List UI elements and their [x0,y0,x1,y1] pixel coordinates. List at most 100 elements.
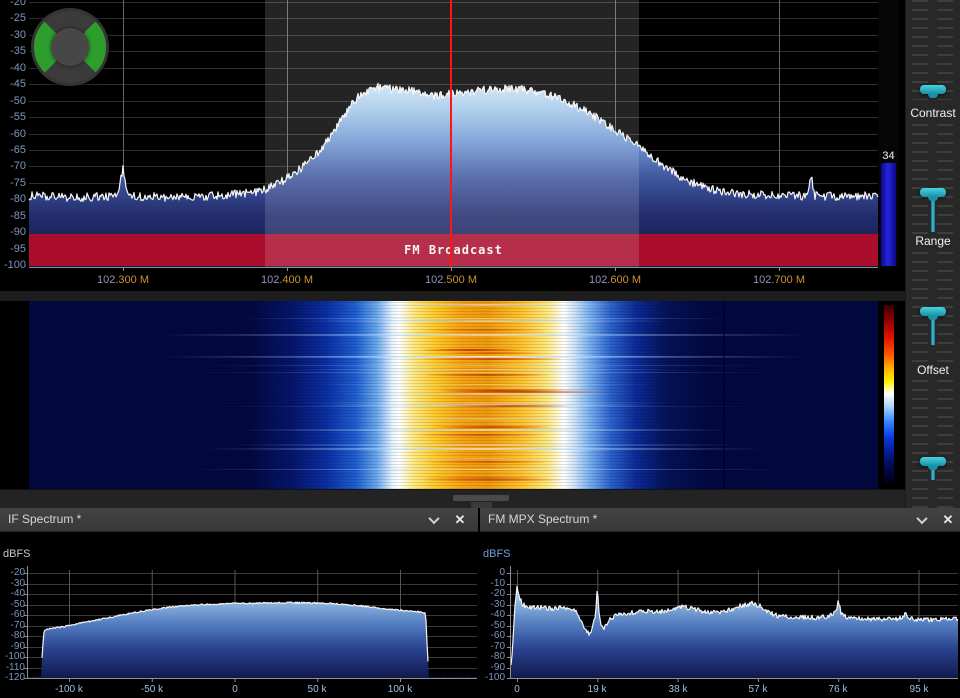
waterfall-hot-streak [419,479,566,481]
y-tick-label: -120 [0,672,25,684]
waterfall-streak [239,318,730,319]
waterfall-streak [242,429,728,431]
y-tick-label: -40 [0,62,26,75]
tuning-line[interactable] [450,0,452,267]
y-tick-label: -60 [0,128,26,141]
slider-4-track[interactable] [906,380,960,508]
slider-4-handle[interactable] [920,457,946,466]
waterfall-hot-streak [420,349,523,351]
y-tick-label: -75 [0,177,26,190]
x-tick-label: 95 k [889,684,949,695]
waterfall-streak [293,402,677,403]
x-tick-label: 0 [205,684,265,695]
waterfall-streak [170,356,800,357]
slider-contrast-label: Contrast [906,106,960,120]
waterfall-streak [365,458,606,459]
y-tick-label: -80 [0,193,26,206]
x-tick-label: -50 k [122,684,182,695]
snr-meter-fill [881,163,896,266]
y-tick-label: -50 [0,95,26,108]
x-tick-label: 50 k [287,684,347,695]
x-tick-label: -100 k [39,684,99,695]
waterfall-colorbar [884,305,894,483]
x-tick-label: 102.700 M [734,274,824,286]
y-tick-label: -100 [0,259,26,272]
rf-spectrum-plot[interactable]: FM Broadcast -20-25-30-35-40-45-50-55-60… [0,0,905,300]
y-tick-label: -100 [480,672,505,684]
waterfall-streak [289,369,681,370]
y-tick-label: -95 [0,243,26,256]
fm-mpx-spectrum-panel: FM MPX Spectrum * ✕ dBFS 0-10-20-30-40-5… [480,508,960,698]
waterfall-streaks [29,301,878,489]
waterfall-hot-streak [423,477,552,479]
y-tick-label: -30 [0,29,26,42]
x-tick-label: 19 k [567,684,627,695]
y-tick-label: -45 [0,78,26,91]
waterfall-hot-streak [419,329,546,331]
slider-offset-fill [931,316,935,345]
if-spectrum-panel: IF Spectrum * ✕ dBFS -20-30-40-50-60-70-… [0,508,478,698]
x-tick-label: 0 [487,684,547,695]
x-tick-label: 102.400 M [242,274,332,286]
x-tick-label: 38 k [648,684,708,695]
panel-splitter[interactable] [0,489,905,508]
waterfall-hot-streak [433,426,554,428]
tuning-selection[interactable] [265,0,639,267]
slider-offset-label: Offset [906,363,960,377]
spectrum-trace [510,586,958,678]
slider-tick-marks [912,124,928,236]
waterfall-trace-line [723,301,725,489]
y-tick-label: -70 [0,160,26,173]
y-tick-label: -85 [0,210,26,223]
waterfall-streak [192,372,778,373]
slider-range-handle[interactable] [920,188,946,197]
axis-unit-label: dBFS [483,548,511,560]
waterfall-streak [201,365,769,366]
slider-contrast-handle[interactable] [920,85,946,94]
waterfall-streak [205,448,764,450]
waterfall-hot-streak [444,352,541,354]
waterfall-streak [231,444,739,446]
slider-tick-marks [937,124,953,236]
divider [0,291,905,301]
y-tick-label: -55 [0,111,26,124]
waterfall-hot-streak [424,461,554,463]
waterfall-hot-streak [423,374,551,376]
waterfall-streak [316,384,654,385]
display-settings-sidebar: Contrast Range Offset [905,0,960,508]
slider-tick-marks [912,380,928,508]
if-spectrum-chart [0,508,478,698]
waterfall-display[interactable] [29,301,878,489]
waterfall-streak [189,469,781,470]
slider-range-label: Range [906,234,960,248]
waterfall-hot-streak [443,405,571,407]
x-tick-label: 57 k [728,684,788,695]
x-tick-label: 100 k [370,684,430,695]
waterfall-streak [347,304,623,306]
y-tick-label: -20 [0,0,26,9]
waterfall-streak [160,334,809,336]
x-tick-label: 76 k [808,684,868,695]
waterfall-hot-streak [421,358,563,360]
snr-meter: 34 [879,0,898,267]
waterfall-hot-streak [417,434,546,436]
y-tick-label: -90 [0,226,26,239]
slider-offset-handle[interactable] [920,307,946,316]
splitter-grip[interactable] [453,495,509,501]
x-tick-label: 102.600 M [570,274,660,286]
y-tick-label: -65 [0,144,26,157]
mpx-spectrum-chart [480,508,960,698]
slider-tick-marks [937,380,953,508]
spectrum-trace [27,602,477,678]
waterfall-streak [302,320,668,322]
x-tick-label: 102.500 M [406,274,496,286]
sdr-application-window: FM Broadcast -20-25-30-35-40-45-50-55-60… [0,0,960,698]
slider-range-fill [931,197,935,232]
waterfall-streak [347,393,623,395]
axis-unit-label: dBFS [3,548,31,560]
axis [29,267,878,271]
lifebuoy-logo-icon [31,8,109,86]
y-tick-label: -35 [0,45,26,58]
x-tick-label: 102.300 M [78,274,168,286]
snr-value: 34 [879,150,898,162]
